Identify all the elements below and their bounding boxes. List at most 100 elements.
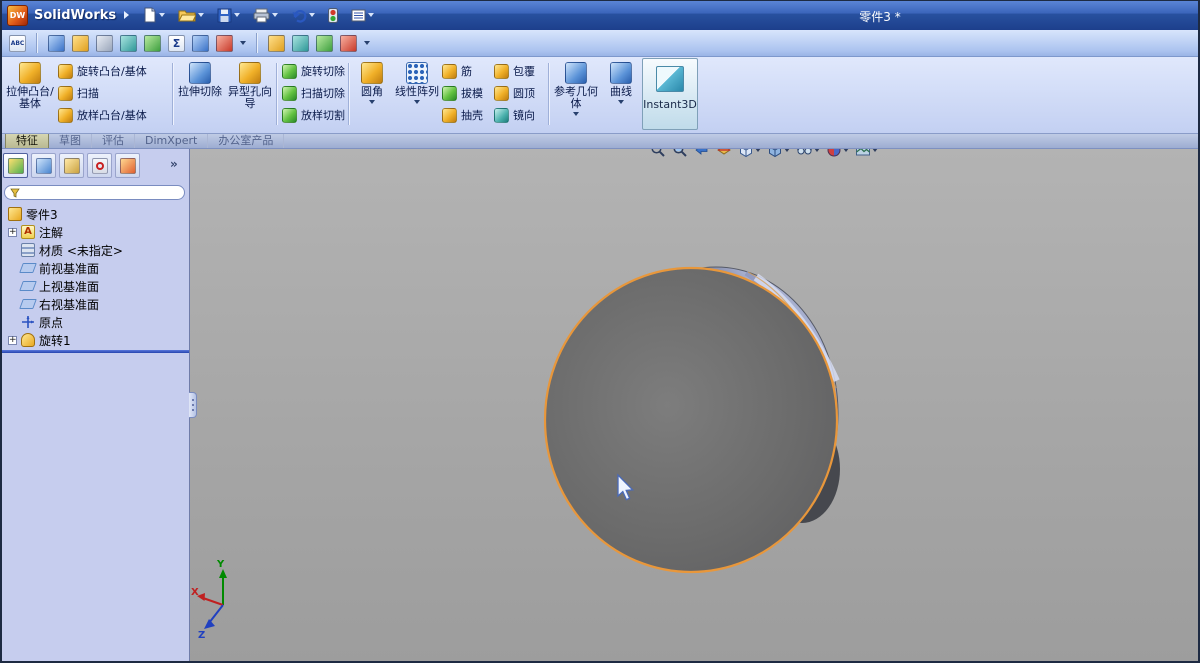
fillet-button[interactable]: 圆角: [352, 59, 392, 129]
menu-expand-arrow-icon[interactable]: [124, 11, 130, 19]
dropdown-arrow-icon[interactable]: [618, 100, 624, 104]
undo-button[interactable]: [289, 7, 317, 24]
ribbon-separator: [348, 63, 350, 125]
extrude-cut-button[interactable]: 拉伸切除: [176, 59, 224, 129]
dropdown-arrow-icon[interactable]: [272, 13, 278, 17]
mirror-button[interactable]: 镜向: [494, 105, 546, 125]
design-check-icon[interactable]: [316, 34, 333, 52]
tab-features[interactable]: 特征: [5, 132, 49, 148]
triad-x-label: X: [191, 587, 199, 598]
panel-overflow-chevrons[interactable]: »: [170, 157, 178, 171]
reference-geometry-button[interactable]: 参考几何体: [552, 59, 600, 129]
statistics-icon[interactable]: [216, 34, 233, 52]
dropdown-arrow-icon[interactable]: [364, 41, 370, 45]
mirror-icon: [494, 107, 509, 123]
tab-evaluate[interactable]: 评估: [92, 133, 135, 148]
panel-splitter-handle[interactable]: [189, 392, 197, 418]
sweep-icon: [58, 85, 73, 101]
instant3d-icon: [656, 66, 684, 92]
tree-item-top-plane[interactable]: 上视基准面: [0, 277, 189, 295]
search-settings-icon[interactable]: [292, 34, 309, 52]
featuremanager-tab[interactable]: [3, 153, 28, 178]
rollback-bar[interactable]: [0, 350, 189, 353]
tree-item-material[interactable]: 材质 <未指定>: [0, 241, 189, 259]
tree-item-right-plane[interactable]: 右视基准面: [0, 295, 189, 313]
extrude-cut-icon: [189, 62, 211, 84]
loft-boss-button[interactable]: 放样凸台/基体: [58, 105, 170, 125]
dome-icon: [494, 85, 509, 101]
expand-plus-icon[interactable]: +: [8, 227, 17, 237]
view-options-icon[interactable]: [340, 34, 357, 52]
print-button[interactable]: [251, 7, 280, 24]
displaymanager-tab[interactable]: [115, 153, 140, 178]
command-manager-tabs: 特征 草图 评估 DimXpert 办公室产品: [0, 132, 1200, 149]
tab-office-products[interactable]: 办公室产品: [208, 133, 285, 148]
mass-properties-icon[interactable]: [96, 34, 113, 52]
print-icon: [253, 8, 270, 22]
spell-check-icon[interactable]: ABC: [9, 34, 26, 52]
dome-button[interactable]: 圆顶: [494, 83, 546, 103]
loft-cut-button[interactable]: 放样切割: [282, 105, 346, 125]
part-front-face[interactable]: [543, 266, 839, 574]
shell-button[interactable]: 抽壳: [442, 105, 488, 125]
plane-icon: [19, 281, 37, 291]
dropdown-arrow-icon[interactable]: [573, 112, 579, 116]
open-document-button[interactable]: [176, 7, 206, 23]
loft-cut-icon: [282, 107, 297, 123]
revolve-boss-button[interactable]: 旋转凸台/基体: [58, 61, 170, 81]
save-button[interactable]: [215, 7, 242, 24]
ribbon-separator: [276, 63, 278, 125]
draft-button[interactable]: 拔模: [442, 83, 488, 103]
triad-z-label: Z: [198, 630, 205, 641]
reload-icon[interactable]: [268, 34, 285, 52]
select-filter-icon[interactable]: [48, 34, 65, 52]
sweep-cut-button[interactable]: 扫描切除: [282, 83, 346, 103]
dropdown-arrow-icon[interactable]: [309, 13, 315, 17]
dropdown-arrow-icon[interactable]: [234, 13, 240, 17]
extrude-boss-button[interactable]: 拉伸凸台/基体: [4, 59, 56, 129]
dropdown-arrow-icon[interactable]: [159, 13, 165, 17]
undo-icon: [292, 9, 307, 23]
graphics-area[interactable]: Y X Z: [190, 149, 1200, 663]
expand-plus-icon[interactable]: +: [8, 335, 17, 345]
dimxpertmanager-tab[interactable]: [87, 153, 112, 178]
dropdown-arrow-icon[interactable]: [240, 41, 246, 45]
propertymanager-tab[interactable]: [31, 153, 56, 178]
propertymanager-icon: [35, 157, 52, 174]
dropdown-arrow-icon[interactable]: [368, 13, 374, 17]
tree-filter-input[interactable]: [23, 186, 184, 199]
measure-icon[interactable]: [72, 34, 89, 52]
titlebar: DW SolidWorks 零件3 *: [0, 0, 1200, 30]
rebuild-button[interactable]: [326, 7, 340, 24]
dropdown-arrow-icon[interactable]: [198, 13, 204, 17]
rib-button[interactable]: 筋: [442, 61, 488, 81]
part-body[interactable]: [543, 266, 840, 574]
instant3d-button[interactable]: Instant3D: [642, 58, 698, 130]
configurationmanager-tab[interactable]: [59, 153, 84, 178]
curvature-icon[interactable]: [192, 34, 209, 52]
section-properties-icon[interactable]: [120, 34, 137, 52]
tree-item-annotations[interactable]: + A 注解: [0, 223, 189, 241]
new-document-button[interactable]: [140, 6, 167, 24]
command-manager: 拉伸凸台/基体 旋转凸台/基体 扫描 放样凸台/基体 拉伸切除 异型孔向导 旋转…: [0, 57, 1200, 134]
tree-item-front-plane[interactable]: 前视基准面: [0, 259, 189, 277]
check-entity-icon[interactable]: [144, 34, 161, 52]
tab-dimxpert[interactable]: DimXpert: [135, 133, 209, 148]
dropdown-arrow-icon[interactable]: [414, 100, 420, 104]
displaymanager-icon: [119, 157, 136, 174]
tree-item-revolve1[interactable]: + 旋转1: [0, 331, 189, 349]
curves-button[interactable]: 曲线: [602, 59, 640, 129]
hole-wizard-button[interactable]: 异型孔向导: [226, 59, 274, 129]
filter-funnel-icon: [10, 188, 20, 198]
revolve-cut-button[interactable]: 旋转切除: [282, 61, 346, 81]
dropdown-arrow-icon[interactable]: [369, 100, 375, 104]
tree-item-origin[interactable]: 原点: [0, 313, 189, 331]
wrap-button[interactable]: 包覆: [494, 61, 546, 81]
options-button[interactable]: [349, 8, 376, 23]
equations-icon[interactable]: Σ: [168, 34, 185, 52]
tree-root-part[interactable]: 零件3: [0, 205, 189, 223]
tab-sketch[interactable]: 草图: [49, 133, 92, 148]
draft-icon: [442, 85, 457, 101]
sweep-button[interactable]: 扫描: [58, 83, 170, 103]
linear-pattern-button[interactable]: 线性阵列: [394, 59, 440, 129]
